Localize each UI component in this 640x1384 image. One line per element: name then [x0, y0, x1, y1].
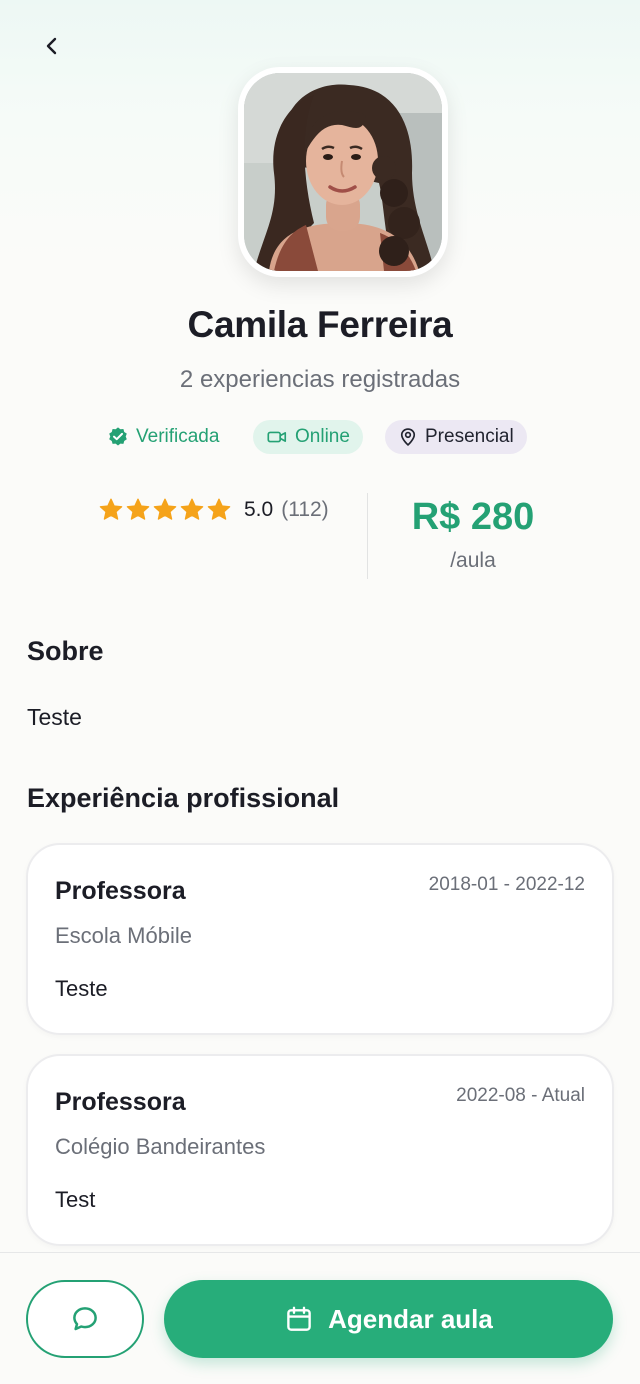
experience-description: Teste: [55, 976, 108, 1001]
badge-row: Verificada Online Presencial: [0, 420, 640, 456]
experience-title: Experiência profissional: [27, 783, 340, 813]
calendar-icon: [287, 1306, 311, 1331]
price-amount: R$ 280: [411, 496, 535, 538]
map-pin-icon: [400, 428, 416, 447]
rating-count: (112): [281, 498, 329, 521]
star-icon: [180, 498, 204, 520]
experience-dates: 2022-08 - Atual: [456, 1085, 585, 1106]
chat-bubble-icon: [73, 1307, 97, 1331]
about-text: Teste: [27, 704, 82, 730]
verified-badge: Verificada: [94, 420, 232, 454]
experience-description: Test: [55, 1187, 96, 1212]
experience-company: Escola Móbile: [55, 923, 192, 948]
presencial-label: Presencial: [425, 426, 514, 447]
star-icon: [99, 498, 123, 520]
avatar: [244, 73, 442, 271]
about-title: Sobre: [27, 636, 104, 666]
chevron-left-icon: [46, 37, 57, 55]
online-badge: Online: [253, 420, 363, 454]
experience-card: Professora 2018-01 - 2022-12 Escola Móbi…: [26, 843, 614, 1035]
experience-card: Professora 2022-08 - Atual Colégio Bande…: [26, 1054, 614, 1246]
experience-role: Professora: [55, 877, 186, 905]
online-label: Online: [295, 426, 350, 447]
avatar-frame: [238, 67, 448, 277]
rating-value: 5.0: [244, 498, 274, 521]
star-rating: [98, 497, 232, 523]
teacher-profile-screen: Camila Ferreira 2 experiencias registrad…: [0, 0, 640, 1384]
verified-check-icon: [109, 427, 127, 446]
rating: 5.0 (112): [98, 494, 329, 526]
book-lesson-button[interactable]: Agendar aula: [164, 1280, 613, 1358]
teacher-name: Camila Ferreira: [187, 304, 453, 345]
star-icon: [153, 498, 177, 520]
price-unit: /aula: [450, 549, 496, 572]
experience-company: Colégio Bandeirantes: [55, 1134, 266, 1159]
star-icon: [126, 498, 150, 520]
bottom-action-bar: Agendar aula: [0, 1252, 640, 1384]
star-icon: [207, 498, 231, 520]
experience-role: Professora: [55, 1088, 186, 1116]
book-lesson-label: Agendar aula: [328, 1303, 493, 1334]
experience-dates: 2018-01 - 2022-12: [428, 874, 585, 895]
back-button[interactable]: [30, 26, 74, 66]
verified-label: Verificada: [136, 426, 220, 447]
video-camera-icon: [267, 431, 287, 443]
presencial-badge: Presencial: [385, 420, 527, 454]
experience-count: 2 experiencias registradas: [179, 366, 461, 393]
chat-button[interactable]: [26, 1280, 144, 1358]
